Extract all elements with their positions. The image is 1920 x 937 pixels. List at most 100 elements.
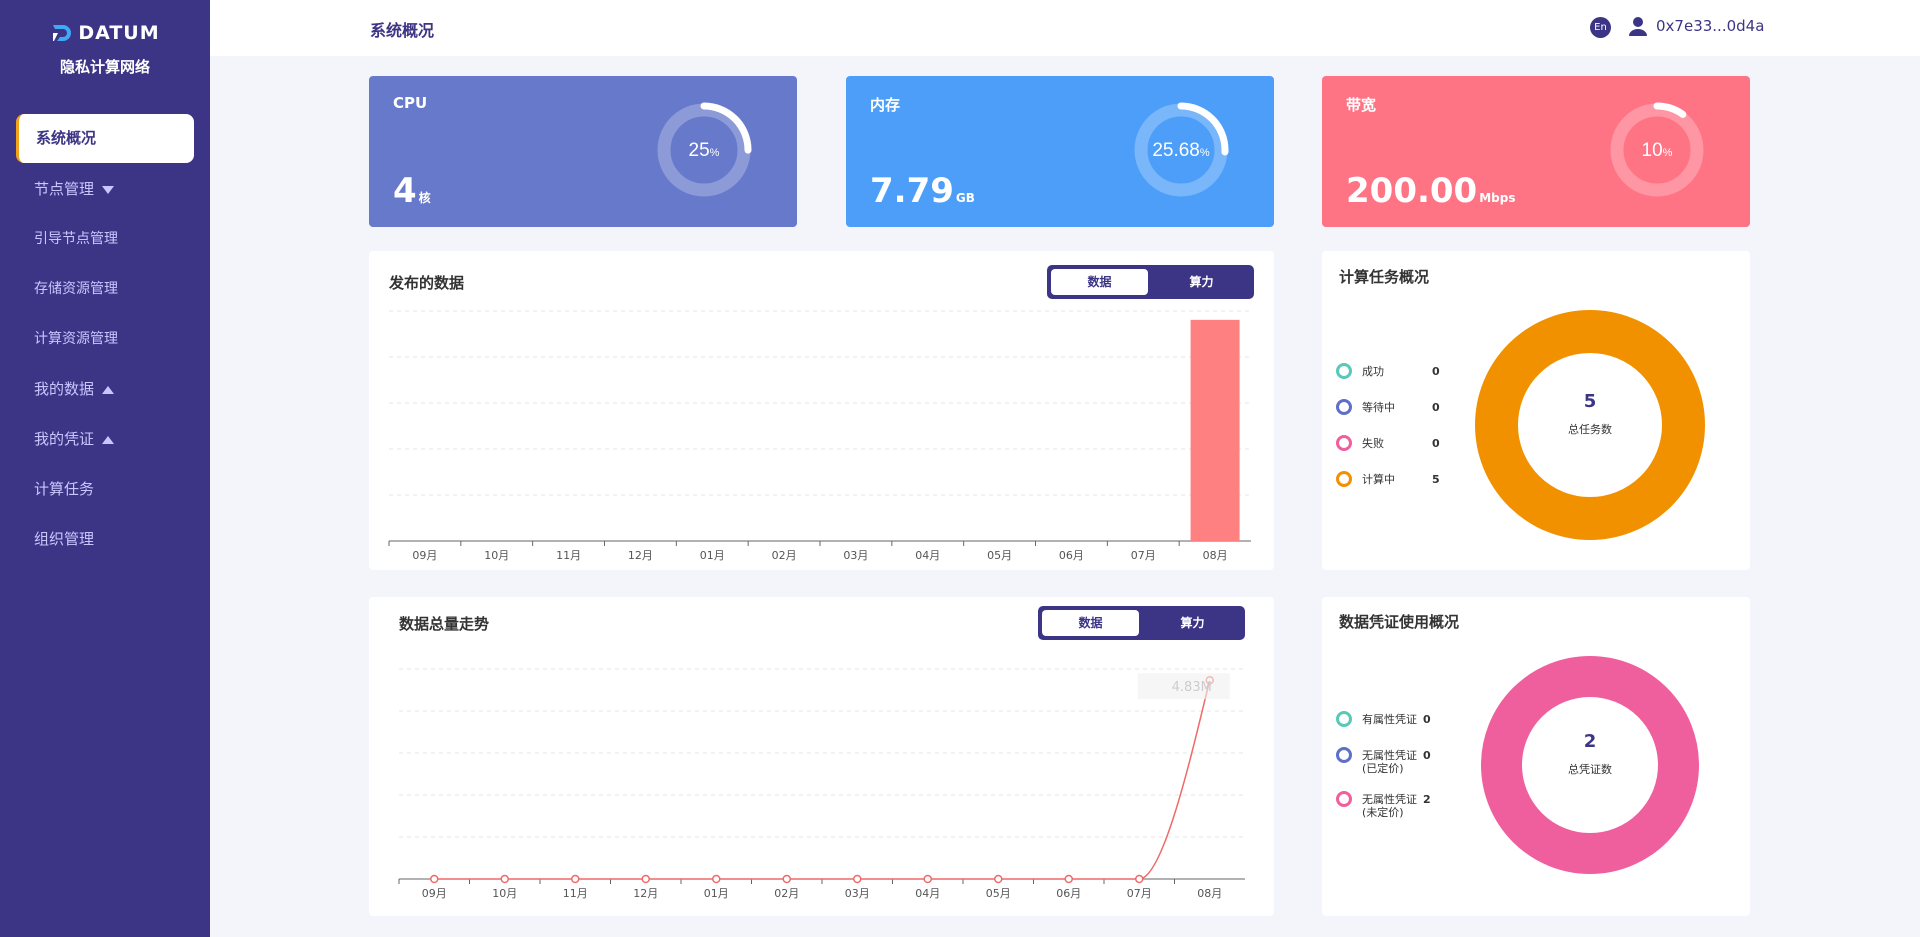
gauge-percent-sign: %: [1200, 147, 1210, 159]
x-tick-label: 06月: [1056, 887, 1081, 900]
published-data-chart: 09月 10月 11月 12月 01月 02月 03月 04月 05月 06月 07月 08月: [388, 310, 1251, 562]
sidebar-item-label: 我的数据: [34, 380, 95, 398]
task-overview-panel: 计算任务概况 成功 0 等待中 0 失败 0 计算中 5 5 总任务数: [1322, 251, 1750, 570]
gauge-percent-value: 25.68: [1152, 140, 1200, 161]
x-tick-label: 06月: [1059, 549, 1084, 562]
data-point: [994, 874, 1003, 884]
grid: [389, 310, 1251, 496]
x-tick-label: 07月: [1127, 887, 1152, 900]
memory-unit: GB: [955, 191, 975, 205]
x-tick-label: 12月: [633, 887, 658, 900]
cpu-card: CPU 4核 25%: [369, 76, 797, 227]
memory-label: 内存: [870, 96, 901, 114]
cpu-label: CPU: [393, 94, 428, 112]
user-icon: [1629, 17, 1647, 36]
cpu-gauge: 25%: [656, 102, 752, 198]
page-title: 系统概况: [370, 21, 435, 40]
memory-gauge: 25.68%: [1133, 102, 1229, 198]
x-tick-label: 02月: [772, 549, 797, 562]
bandwidth-card: 带宽 200.00 Mbps 10%: [1322, 76, 1750, 227]
sidebar-item-7[interactable]: 计算任务: [0, 464, 210, 514]
x-tick-label: 07月: [1131, 549, 1156, 562]
sidebar-item-label: 节点管理: [34, 180, 95, 198]
brand-logo: DATUM: [50, 22, 159, 44]
datum-logo-icon: [53, 25, 72, 41]
x-tick-label: 03月: [845, 887, 870, 900]
bandwidth-gauge: 10%: [1609, 102, 1705, 198]
x-tick-label: 05月: [986, 887, 1011, 900]
sidebar-item-label: 系统概况: [36, 129, 97, 147]
data-point: [430, 874, 439, 884]
sidebar-item-3[interactable]: 存储资源管理: [0, 264, 210, 314]
gauge-percent: 10%: [1642, 140, 1673, 161]
data-point: [500, 874, 509, 884]
donut-total-label: 总凭证数: [1568, 762, 1612, 776]
x-tick-label: 08月: [1203, 549, 1228, 562]
x-tick-label: 04月: [915, 887, 940, 900]
data-point: [571, 874, 580, 884]
language-toggle-button[interactable]: En: [1590, 17, 1611, 38]
donut-total: 2: [1584, 731, 1597, 752]
gauge-percent-sign: %: [710, 147, 720, 159]
sidebar-item-label: 我的凭证: [34, 430, 95, 448]
grid: [399, 668, 1245, 838]
donut-total-label: 总任务数: [1568, 422, 1612, 436]
top-header: 系统概况 En 0x7e33...0d4a: [210, 0, 1920, 56]
sidebar-item-8[interactable]: 组织管理: [0, 514, 210, 564]
caret-up-icon: [102, 385, 115, 394]
brand-name: DATUM: [78, 22, 160, 44]
memory-value-block: 7.79 GB: [870, 171, 975, 211]
gauge-percent-value: 10: [1642, 140, 1663, 161]
x-tick-label: 11月: [563, 887, 588, 900]
sidebar-item-label: 存储资源管理: [34, 281, 118, 297]
credential-overview-panel: 数据凭证使用概况 有属性凭证 0 无属性凭证 0 (已定价) 无属性凭证 2 (未定价) 2总…: [1322, 597, 1750, 916]
sidebar-item-4[interactable]: 计算资源管理: [0, 314, 210, 364]
series-line: [434, 680, 1211, 880]
bandwidth-unit: Mbps: [1479, 191, 1516, 205]
sidebar-nav: 系统概况节点管理引导节点管理 存储资源管理 计算资源管理 我的数据我的凭证计算任务组织…: [0, 114, 210, 564]
sidebar-item-1[interactable]: 节点管理: [0, 164, 210, 214]
x-tick-label: 09月: [422, 887, 447, 900]
user-account[interactable]: 0x7e33...0d4a: [1628, 16, 1764, 36]
gauge-percent: 25%: [689, 140, 720, 161]
cpu-value-block: 4核: [393, 171, 431, 211]
x-tick-label: 12月: [628, 549, 653, 562]
sidebar: DATUM 隐私计算网络 系统概况节点管理引导节点管理 存储资源管理 计算资源管理我…: [0, 0, 210, 937]
x-tick-label: 10月: [492, 887, 517, 900]
caret-up-icon: [102, 435, 115, 444]
user-address: 0x7e33...0d4a: [1656, 17, 1765, 35]
task-donut-chart: 5 总任务数: [1475, 310, 1705, 540]
gauge-percent: 25.68%: [1152, 140, 1210, 161]
bandwidth-value: 200.00: [1346, 171, 1478, 211]
brand-subtitle: 隐私计算网络: [59, 58, 150, 76]
sidebar-item-label: 引导节点管理: [34, 231, 118, 247]
sidebar-item-label: 计算任务: [34, 480, 95, 498]
sidebar-item-6[interactable]: 我的凭证: [0, 414, 210, 464]
memory-value: 7.79: [870, 171, 954, 211]
sidebar-item-2[interactable]: 引导节点管理: [0, 214, 210, 264]
data-point: [923, 874, 932, 884]
sidebar-item-0[interactable]: 系统概况: [16, 114, 194, 163]
bar: [1190, 319, 1240, 541]
sidebar-item-label: 组织管理: [34, 530, 95, 548]
x-tick-label: 02月: [774, 887, 799, 900]
donut-total: 5: [1584, 391, 1597, 412]
data-point: [853, 874, 862, 884]
gauge-percent-sign: %: [1663, 147, 1673, 159]
x-tick-label: 01月: [704, 887, 729, 900]
data-point: [782, 874, 791, 884]
x-tick-label: 08月: [1197, 887, 1222, 900]
x-tick-label: 03月: [843, 549, 868, 562]
data-point: [641, 874, 650, 884]
bandwidth-value-block: 200.00 Mbps: [1346, 171, 1515, 211]
memory-card: 内存 7.79 GB 25.68%: [846, 76, 1274, 227]
data-point: [712, 874, 721, 884]
logo: DATUM 隐私计算网络: [0, 22, 210, 77]
gauge-percent-value: 25: [689, 140, 710, 161]
x-tick-label: 09月: [412, 549, 437, 562]
data-point: [1064, 874, 1073, 884]
data-point: [1135, 874, 1144, 884]
credential-donut-chart: 2 总凭证数: [1481, 656, 1699, 874]
sidebar-item-label: 计算资源管理: [34, 331, 118, 347]
sidebar-item-5[interactable]: 我的数据: [0, 364, 210, 414]
